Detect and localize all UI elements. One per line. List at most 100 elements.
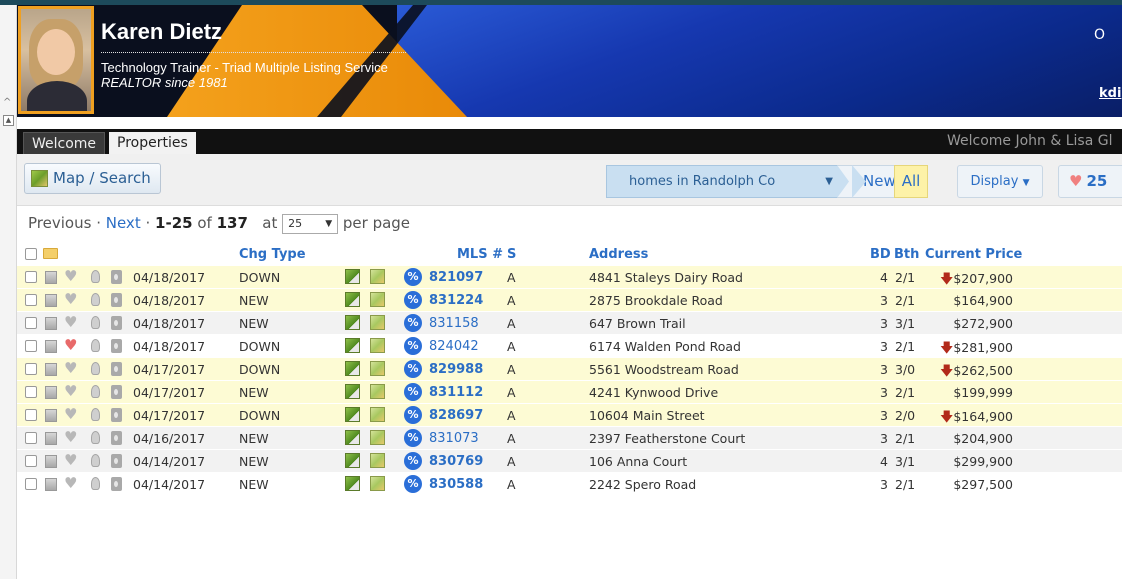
- photo-icon[interactable]: [345, 338, 360, 353]
- thumbnail-icon[interactable]: [45, 455, 57, 468]
- photo-icon[interactable]: [345, 384, 360, 399]
- photo-icon[interactable]: [345, 430, 360, 445]
- lightbulb-icon[interactable]: [91, 477, 100, 490]
- photo-icon[interactable]: [345, 476, 360, 491]
- map-search-button[interactable]: Map / Search: [24, 163, 161, 194]
- table-row[interactable]: ♥ 04/18/2017 NEW% 831158 A 647 Brown Trail 3 3/…: [17, 312, 1122, 335]
- col-mls[interactable]: MLS #: [457, 247, 503, 262]
- row-mls-link[interactable]: 831224: [429, 293, 483, 308]
- trash-icon[interactable]: [111, 454, 122, 468]
- tab-welcome[interactable]: Welcome: [23, 132, 106, 154]
- percent-icon[interactable]: %: [404, 268, 422, 286]
- trash-icon[interactable]: [111, 339, 122, 353]
- heart-icon[interactable]: ♥: [64, 315, 77, 330]
- filter-all[interactable]: All: [894, 165, 928, 198]
- map-icon[interactable]: [370, 292, 385, 307]
- table-row[interactable]: ♥ 04/18/2017 DOWN% 824042 A 6174 Walden Pond …: [17, 335, 1122, 358]
- row-checkbox[interactable]: [25, 317, 37, 329]
- photo-icon[interactable]: [345, 453, 360, 468]
- heart-icon[interactable]: ♥: [64, 292, 77, 307]
- heart-icon[interactable]: ♥: [64, 430, 77, 445]
- thumbnail-icon[interactable]: [45, 271, 57, 284]
- heart-icon[interactable]: ♥: [64, 361, 77, 376]
- map-icon[interactable]: [370, 361, 385, 376]
- next-link[interactable]: Next: [106, 214, 141, 232]
- photo-icon[interactable]: [345, 292, 360, 307]
- saved-search-select[interactable]: homes in Randolph Co ▼: [606, 165, 852, 198]
- table-row[interactable]: ♥ 04/17/2017 NEW% 831112 A 4241 Kynwood Drive…: [17, 381, 1122, 404]
- row-checkbox[interactable]: [25, 294, 37, 306]
- row-checkbox[interactable]: [25, 363, 37, 375]
- trash-icon[interactable]: [111, 385, 122, 399]
- col-bth[interactable]: Bth: [894, 247, 919, 262]
- table-row[interactable]: ♥ 04/18/2017 NEW% 831224 A 2875 Brookdale Roa…: [17, 289, 1122, 312]
- lightbulb-icon[interactable]: [91, 362, 100, 375]
- row-mls-link[interactable]: 830588: [429, 477, 483, 492]
- trash-icon[interactable]: [111, 362, 122, 376]
- thumbnail-icon[interactable]: [45, 317, 57, 330]
- row-checkbox[interactable]: [25, 271, 37, 283]
- thumbnail-icon[interactable]: [45, 386, 57, 399]
- map-icon[interactable]: [370, 338, 385, 353]
- table-row[interactable]: ♥ 04/14/2017 NEW% 830769 A 106 Anna Court 4 3/1…: [17, 450, 1122, 473]
- row-mls-link[interactable]: 831158: [429, 316, 479, 331]
- folder-icon[interactable]: [43, 248, 58, 259]
- trash-icon[interactable]: [111, 408, 122, 422]
- map-icon[interactable]: [370, 384, 385, 399]
- row-mls-link[interactable]: 829988: [429, 362, 483, 377]
- row-mls-link[interactable]: 821097: [429, 270, 483, 285]
- row-mls-link[interactable]: 831112: [429, 385, 483, 400]
- photo-icon[interactable]: [345, 407, 360, 422]
- heart-icon[interactable]: ♥: [64, 453, 77, 468]
- thumbnail-icon[interactable]: [45, 363, 57, 376]
- heart-icon[interactable]: ♥: [64, 338, 77, 353]
- percent-icon[interactable]: %: [404, 291, 422, 309]
- tab-properties[interactable]: Properties: [109, 132, 196, 154]
- collapse-toggle-icon[interactable]: ▲: [3, 115, 14, 126]
- row-mls-link[interactable]: 830769: [429, 454, 483, 469]
- map-icon[interactable]: [370, 407, 385, 422]
- map-icon[interactable]: [370, 430, 385, 445]
- col-address[interactable]: Address: [589, 247, 648, 262]
- photo-icon[interactable]: [345, 269, 360, 284]
- map-icon[interactable]: [370, 476, 385, 491]
- thumbnail-icon[interactable]: [45, 432, 57, 445]
- map-icon[interactable]: [370, 315, 385, 330]
- lightbulb-icon[interactable]: [91, 293, 100, 306]
- thumbnail-icon[interactable]: [45, 478, 57, 491]
- table-row[interactable]: ♥ 04/16/2017 NEW% 831073 A 2397 Featherstone …: [17, 427, 1122, 450]
- lightbulb-icon[interactable]: [91, 431, 100, 444]
- row-checkbox[interactable]: [25, 409, 37, 421]
- favorites-button[interactable]: ♥ 25: [1058, 165, 1122, 198]
- per-page-select[interactable]: 25 ▼: [282, 214, 339, 234]
- percent-icon[interactable]: %: [404, 314, 422, 332]
- photo-icon[interactable]: [345, 361, 360, 376]
- lightbulb-icon[interactable]: [91, 316, 100, 329]
- thumbnail-icon[interactable]: [45, 294, 57, 307]
- table-row[interactable]: ♥ 04/18/2017 DOWN% 821097 A 4841 Staleys Dair…: [17, 266, 1122, 289]
- percent-icon[interactable]: %: [404, 475, 422, 493]
- col-chg-type[interactable]: Chg Type: [239, 247, 306, 262]
- row-mls-link[interactable]: 824042: [429, 339, 479, 354]
- map-icon[interactable]: [370, 269, 385, 284]
- lightbulb-icon[interactable]: [91, 408, 100, 421]
- trash-icon[interactable]: [111, 477, 122, 491]
- thumbnail-icon[interactable]: [45, 340, 57, 353]
- heart-icon[interactable]: ♥: [64, 407, 77, 422]
- row-checkbox[interactable]: [25, 455, 37, 467]
- row-checkbox[interactable]: [25, 340, 37, 352]
- table-row[interactable]: ♥ 04/14/2017 NEW% 830588 A 2242 Spero Road 3 2/…: [17, 473, 1122, 496]
- row-checkbox[interactable]: [25, 478, 37, 490]
- row-checkbox[interactable]: [25, 432, 37, 444]
- row-mls-link[interactable]: 831073: [429, 431, 479, 446]
- percent-icon[interactable]: %: [404, 406, 422, 424]
- select-all-checkbox[interactable]: [25, 248, 37, 260]
- lightbulb-icon[interactable]: [91, 270, 100, 283]
- col-price[interactable]: Current Price: [925, 247, 1022, 262]
- heart-icon[interactable]: ♥: [64, 384, 77, 399]
- photo-icon[interactable]: [345, 315, 360, 330]
- percent-icon[interactable]: %: [404, 452, 422, 470]
- percent-icon[interactable]: %: [404, 360, 422, 378]
- percent-icon[interactable]: %: [404, 429, 422, 447]
- col-status[interactable]: S: [507, 247, 516, 262]
